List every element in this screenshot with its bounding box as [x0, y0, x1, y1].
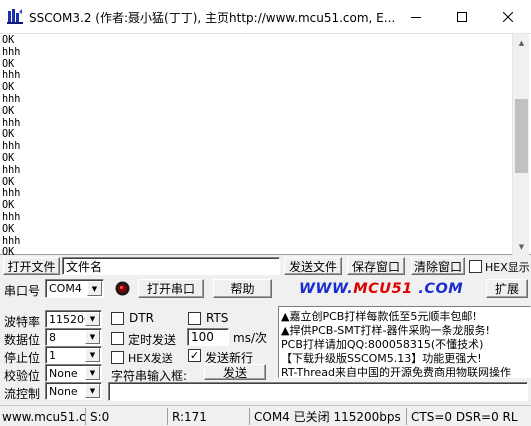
clear-window-button[interactable]: 清除窗口 — [411, 257, 465, 275]
data-bits-select[interactable]: 8 ▼ — [45, 328, 102, 346]
interval-input[interactable]: 100 — [187, 328, 229, 346]
baud-rate-select[interactable]: 115200 ▼ — [45, 310, 102, 328]
receive-text: OK hhh OK hhh OK hhh OK hhh OK hhh OK hh… — [2, 35, 21, 259]
send-button[interactable]: 发送 — [204, 364, 266, 380]
control-panel: 打开文件 文件名 发送文件 保存窗口 清除窗口 HEX显示 串口号 COM4 ▼… — [0, 255, 531, 405]
send-newline-checkbox[interactable]: ✓ — [188, 349, 201, 362]
timed-send-checkbox[interactable] — [111, 332, 124, 345]
stop-bits-select[interactable]: 1 ▼ — [45, 346, 102, 364]
hex-send-label: HEX发送 — [128, 352, 173, 365]
port-status-indicator-icon — [115, 281, 130, 296]
status-sent-count: S:0 — [88, 408, 168, 425]
hex-send-checkbox[interactable] — [111, 351, 124, 364]
parity-label: 校验位 — [4, 369, 41, 383]
timed-send-label: 定时发送 — [128, 333, 177, 347]
flow-control-select[interactable]: None ▼ — [45, 382, 102, 400]
save-window-button[interactable]: 保存窗口 — [347, 257, 405, 275]
status-site[interactable]: www.mcu51.cor — [0, 408, 86, 425]
vertical-scrollbar[interactable]: ▲ ▼ — [512, 34, 529, 255]
hex-display-label: HEX显示 — [485, 261, 530, 274]
logo-text-www: WWW. — [299, 281, 354, 297]
data-bits-value: 8 — [49, 331, 56, 344]
app-icon — [7, 8, 23, 24]
close-button[interactable] — [485, 0, 531, 33]
port-select[interactable]: COM4 ▼ — [45, 279, 104, 298]
maximize-button[interactable] — [439, 0, 485, 33]
receive-text-area[interactable]: OK hhh OK hhh OK hhh OK hhh OK hhh OK hh… — [0, 33, 531, 258]
port-label: 串口号 — [4, 284, 41, 298]
maximize-icon — [457, 11, 467, 22]
chevron-down-icon[interactable]: ▼ — [85, 348, 100, 362]
send-file-button[interactable]: 发送文件 — [284, 257, 342, 275]
mcu51-logo-link[interactable]: WWW.MCU51 .COM — [299, 281, 463, 297]
status-bar: www.mcu51.cor S:0 R:171 COM4 已关闭 115200b… — [0, 405, 531, 426]
flow-control-value: None — [49, 385, 78, 398]
scroll-down-icon[interactable]: ▼ — [513, 238, 530, 255]
rts-checkbox[interactable] — [188, 312, 201, 325]
chevron-down-icon[interactable]: ▼ — [87, 281, 102, 296]
open-file-button[interactable]: 打开文件 — [3, 257, 60, 275]
title-bar[interactable]: SSCOM3.2 (作者:聂小猛(丁丁), 主页http://www.mcu51… — [0, 0, 531, 33]
chevron-down-icon[interactable]: ▼ — [85, 330, 100, 344]
filename-input[interactable]: 文件名 — [62, 257, 280, 275]
close-icon — [503, 11, 513, 22]
hex-display-checkbox[interactable] — [469, 260, 482, 273]
interval-unit-label: ms/次 — [233, 331, 267, 345]
ad-line-5[interactable]: RT-Thread来自中国的开源免费商用物联网操作 — [281, 364, 511, 377]
status-line-signals: CTS=0 DSR=0 RL — [411, 409, 518, 424]
port-value: COM4 — [49, 282, 82, 295]
scroll-thumb[interactable] — [515, 99, 528, 173]
baud-rate-label: 波特率 — [4, 315, 41, 329]
chevron-down-icon[interactable]: ▼ — [85, 366, 100, 380]
stop-bits-value: 1 — [49, 349, 56, 362]
minimize-icon — [411, 16, 421, 18]
open-port-button[interactable]: 打开串口 — [138, 279, 204, 298]
chevron-down-icon[interactable]: ▼ — [85, 312, 100, 326]
status-received-count: R:171 — [170, 408, 250, 425]
minimize-button[interactable] — [393, 0, 439, 33]
window-title: SSCOM3.2 (作者:聂小猛(丁丁), 主页http://www.mcu51… — [29, 11, 396, 25]
dtr-checkbox[interactable] — [111, 312, 124, 325]
flow-control-label: 流控制 — [4, 387, 41, 401]
logo-text-mcu51: MCU51 — [353, 281, 413, 297]
chevron-down-icon[interactable]: ▼ — [85, 384, 100, 398]
scroll-up-icon[interactable]: ▲ — [513, 34, 530, 51]
dtr-label: DTR — [129, 311, 154, 325]
rts-label: RTS — [206, 311, 229, 325]
parity-select[interactable]: None ▼ — [45, 364, 102, 382]
data-bits-label: 数据位 — [4, 333, 41, 347]
status-port-state: COM4 已关闭 115200bps — [252, 408, 407, 425]
ad-panel: ▲嘉立创PCB打样每款低至5元顺丰包邮! ▲捍供PCB-SMT打样-器件采购一条… — [278, 306, 531, 378]
logo-text-com: .COM — [412, 281, 464, 297]
expand-button[interactable]: 扩展 — [486, 279, 528, 298]
help-button[interactable]: 帮助 — [213, 279, 272, 298]
send-text-input[interactable] — [108, 382, 528, 401]
parity-value: None — [49, 367, 78, 380]
stop-bits-label: 停止位 — [4, 351, 41, 365]
